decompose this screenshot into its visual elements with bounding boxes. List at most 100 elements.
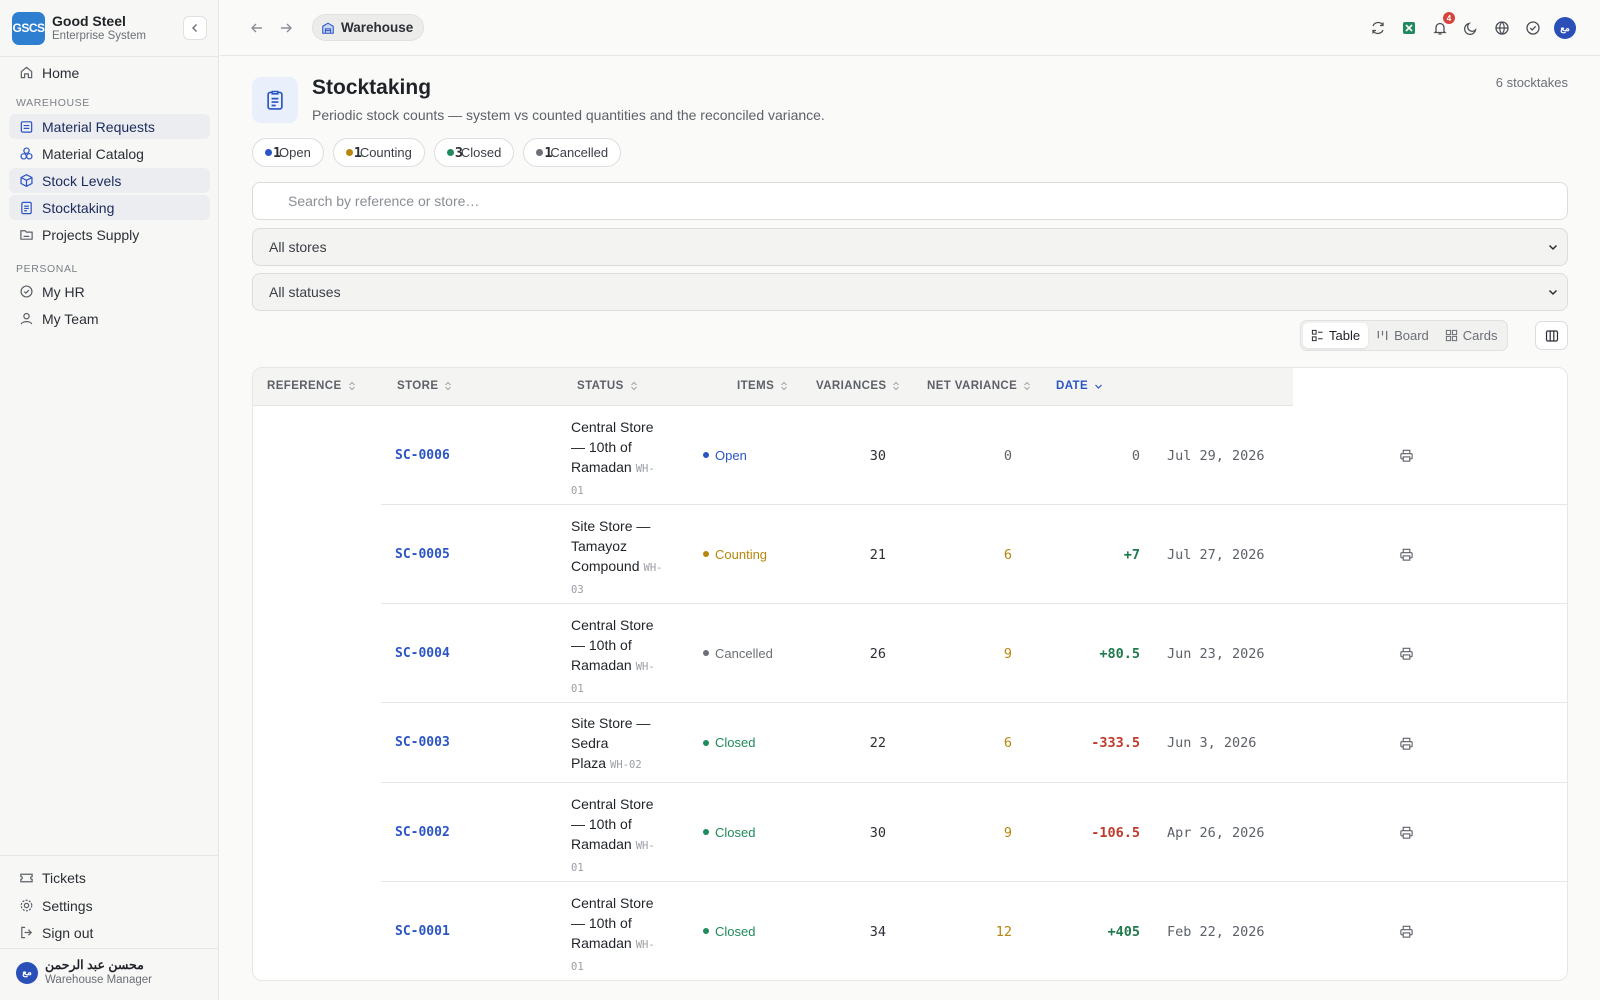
printer-icon (1399, 449, 1413, 462)
store-name-line: Sedra (571, 735, 609, 751)
view-board-button[interactable]: Board (1368, 323, 1437, 348)
sidebar-item-projects-supply[interactable]: Projects Supply (9, 222, 210, 247)
sidebar-item-my-hr[interactable]: My HR (9, 279, 210, 304)
print-button[interactable] (1397, 546, 1415, 564)
items-count: 30 (869, 447, 886, 464)
print-button[interactable] (1397, 645, 1415, 663)
reference-link[interactable]: SC-0002 (395, 825, 450, 840)
language-button[interactable] (1491, 17, 1513, 39)
avatar: مع (16, 961, 38, 984)
reference-link[interactable]: SC-0004 (395, 646, 450, 661)
column-header-date[interactable]: DATE (1056, 380, 1103, 392)
table-row[interactable]: SC-0001 Central Store — 10th of Ramadan WH-… (381, 882, 1567, 980)
breadcrumb-label: Warehouse (341, 20, 414, 35)
table-row[interactable]: SC-0005 Site Store — Tamayoz Compound WH- 03… (381, 505, 1567, 604)
avatar[interactable]: مع (1554, 17, 1576, 39)
store-code: WH- (643, 561, 663, 574)
column-header-reference[interactable]: REFERENCE (267, 380, 356, 392)
tasks-button[interactable] (1522, 17, 1544, 39)
table-row[interactable]: SC-0002 Central Store — 10th of Ramadan WH-… (381, 783, 1567, 882)
items-count: 21 (869, 546, 886, 563)
sidebar-item-material-catalog[interactable]: Material Catalog (9, 141, 210, 166)
notifications-button[interactable]: 4 (1429, 12, 1455, 39)
store-code: 01 (571, 861, 584, 874)
chip-count: 1 (353, 144, 362, 161)
chip-cancelled[interactable]: Cancelled 1 (523, 138, 622, 167)
brand[interactable]: GSCS Good Steel Enterprise System (12, 11, 146, 45)
search-input[interactable] (252, 182, 1568, 220)
arrow-right-icon (281, 23, 292, 33)
status-select-value: All statuses (269, 284, 341, 300)
refresh-button[interactable] (1367, 17, 1389, 39)
sidebar-item-stocktaking[interactable]: Stocktaking (9, 195, 210, 220)
sidebar-item-label: Stocktaking (42, 199, 115, 216)
table-row[interactable]: SC-0003 Site Store — Sedra Plaza WH-02 Clos… (381, 703, 1567, 783)
chip-count: 1 (544, 144, 553, 161)
view-table-button[interactable]: Table (1303, 323, 1369, 348)
chip-open[interactable]: Open 1 (252, 138, 324, 167)
column-header-variances[interactable]: VARIANCES (816, 380, 900, 392)
reference-link[interactable]: SC-0006 (395, 448, 450, 463)
store-name-line: Ramadan (571, 458, 632, 475)
theme-toggle[interactable] (1460, 17, 1482, 39)
store-code: WH- (635, 839, 655, 852)
columns-button[interactable] (1535, 321, 1568, 350)
store-select[interactable]: All stores (252, 228, 1568, 266)
store-name-line: Compound (571, 557, 640, 574)
print-button[interactable] (1397, 824, 1415, 842)
sidebar-item-tickets[interactable]: Tickets (9, 865, 210, 890)
sidebar-item-label: Home (42, 64, 80, 81)
column-label: STORE (397, 380, 439, 392)
chip-label: Cancelled (550, 145, 609, 160)
print-button[interactable] (1397, 447, 1415, 465)
table-row[interactable]: SC-0006 Central Store — 10th of Ramadan WH-… (381, 406, 1567, 505)
sidebar-item-my-team[interactable]: My Team (9, 306, 210, 331)
user-profile[interactable]: مع محسن عبد الرحمن Warehouse Manager (16, 958, 152, 987)
status-select[interactable]: All statuses (252, 273, 1568, 311)
chip-counting[interactable]: Counting 1 (332, 138, 425, 167)
collapse-sidebar-button[interactable] (183, 16, 207, 40)
sidebar: GSCS Good Steel Enterprise System Home W… (0, 0, 219, 1000)
list-icon (1311, 329, 1324, 342)
column-header-status[interactable]: STATUS (577, 380, 638, 392)
sidebar-item-settings[interactable]: Settings (9, 893, 210, 918)
variances-count: 6 (1003, 735, 1012, 751)
print-button[interactable] (1397, 923, 1415, 941)
print-button[interactable] (1397, 734, 1415, 752)
brand-subtitle: Enterprise System (52, 30, 146, 42)
stocktake-table: REFERENCE STORE STATUS ITEMS VARIANCES N… (252, 367, 1568, 981)
column-header-items[interactable]: ITEMS (737, 380, 788, 392)
status-dot (703, 551, 709, 557)
chip-count: 3 (454, 144, 463, 161)
breadcrumb[interactable]: Warehouse (312, 14, 425, 41)
sidebar-item-sign-out[interactable]: Sign out (9, 920, 210, 945)
sidebar-item-home[interactable]: Home (9, 60, 210, 85)
sidebar-item-label: Material Catalog (42, 145, 144, 162)
page-title: Stocktaking (312, 76, 432, 99)
status-badge: Cancelled (703, 646, 773, 661)
column-label: ITEMS (737, 380, 775, 392)
view-cards-button[interactable]: Cards (1437, 323, 1506, 348)
column-header-store[interactable]: STORE (397, 380, 452, 392)
chevron-down-icon (1094, 382, 1103, 391)
back-button[interactable] (246, 17, 268, 39)
column-header-net-variance[interactable]: NET VARIANCE (927, 380, 1031, 392)
store-name-line: Central Store (571, 795, 654, 812)
store-name-line: Central Store (571, 418, 654, 435)
chip-closed[interactable]: Closed 3 (433, 138, 515, 167)
table-row[interactable]: SC-0004 Central Store — 10th of Ramadan WH-… (381, 604, 1567, 703)
reference-link[interactable]: SC-0005 (395, 547, 450, 562)
status-text: Open (715, 447, 747, 463)
store-cell: Central Store — 10th of Ramadan WH- 01 (571, 893, 667, 977)
variances-count: 0 (1003, 447, 1012, 464)
printer-icon (1399, 737, 1413, 750)
user-icon (18, 311, 34, 327)
reference-link[interactable]: SC-0003 (395, 735, 450, 750)
sidebar-item-material-requests[interactable]: Material Requests (9, 114, 210, 139)
forward-button[interactable] (275, 17, 297, 39)
sidebar-item-stock-levels[interactable]: Stock Levels (9, 168, 210, 193)
store-code: 01 (571, 682, 584, 695)
topbar: Warehouse 4 مع (220, 0, 1600, 56)
excel-button[interactable] (1398, 17, 1420, 39)
reference-link[interactable]: SC-0001 (395, 924, 450, 939)
